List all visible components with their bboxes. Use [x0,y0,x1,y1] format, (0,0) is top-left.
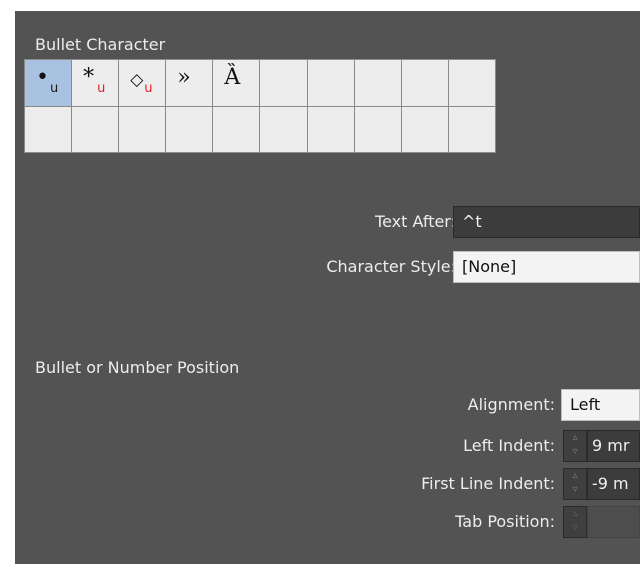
first-line-indent-label: First Line Indent: [421,474,555,493]
bullet-cell[interactable]: Ȁ [213,60,260,106]
empty-bullet-cell[interactable] [354,60,401,106]
bullet-font-marker: u [97,81,106,96]
bullet-character-grid: • u * u ◇ u » Ȁ [24,59,496,153]
down-arrow-icon: ▿ [572,446,578,457]
bullet-glyph: • [36,65,49,90]
text-after-label: Text After: [375,212,456,231]
bullet-cell[interactable]: » [166,60,213,106]
empty-bullet-cell[interactable] [72,106,119,152]
empty-bullet-cell[interactable] [401,60,448,106]
left-indent-field[interactable]: 9 mr [587,430,640,462]
bullet-font-marker: u [50,81,59,96]
empty-bullet-cell[interactable] [166,106,213,152]
bullet-cell[interactable]: • u [25,60,72,106]
up-arrow-icon: ▵ [572,470,578,481]
bullet-font-marker: u [144,81,153,96]
empty-bullet-cell[interactable] [260,60,307,106]
empty-bullet-cell[interactable] [213,106,260,152]
empty-bullet-cell[interactable] [448,106,495,152]
bullets-numbering-panel: Bullet Character • u * u ◇ u » Ȁ Text After… [15,11,640,564]
alignment-label: Alignment: [467,395,555,414]
tab-position-label: Tab Position: [455,512,555,531]
bullet-glyph: ◇ [130,70,144,90]
bullet-number-position-label: Bullet or Number Position [35,358,240,377]
empty-bullet-cell[interactable] [307,60,354,106]
empty-bullet-cell[interactable] [307,106,354,152]
empty-bullet-cell[interactable] [448,60,495,106]
text-after-field[interactable]: ^t [453,206,640,238]
up-arrow-icon: ▵ [572,508,578,519]
down-arrow-icon: ▿ [572,522,578,533]
bullet-glyph: * [83,65,95,90]
first-line-indent-stepper[interactable]: ▵ ▿ [563,468,587,500]
character-style-dropdown[interactable]: [None] [453,251,640,283]
bullet-cell[interactable]: * u [72,60,119,106]
left-indent-label: Left Indent: [463,436,555,455]
tab-position-field[interactable] [587,506,640,538]
empty-bullet-cell[interactable] [119,106,166,152]
up-arrow-icon: ▵ [572,432,578,443]
bullet-cell[interactable]: ◇ u [119,60,166,106]
empty-bullet-cell[interactable] [260,106,307,152]
character-style-label: Character Style: [326,257,456,276]
empty-bullet-cell[interactable] [25,106,72,152]
bullet-glyph: » [177,65,191,90]
empty-bullet-cell[interactable] [401,106,448,152]
left-indent-stepper[interactable]: ▵ ▿ [563,430,587,462]
alignment-dropdown[interactable]: Left [561,389,640,421]
down-arrow-icon: ▿ [572,484,578,495]
bullet-glyph: Ȁ [224,65,241,90]
empty-bullet-cell[interactable] [354,106,401,152]
first-line-indent-field[interactable]: -9 m [587,468,640,500]
tab-position-stepper[interactable]: ▵ ▿ [563,506,587,538]
bullet-character-label: Bullet Character [35,35,166,54]
